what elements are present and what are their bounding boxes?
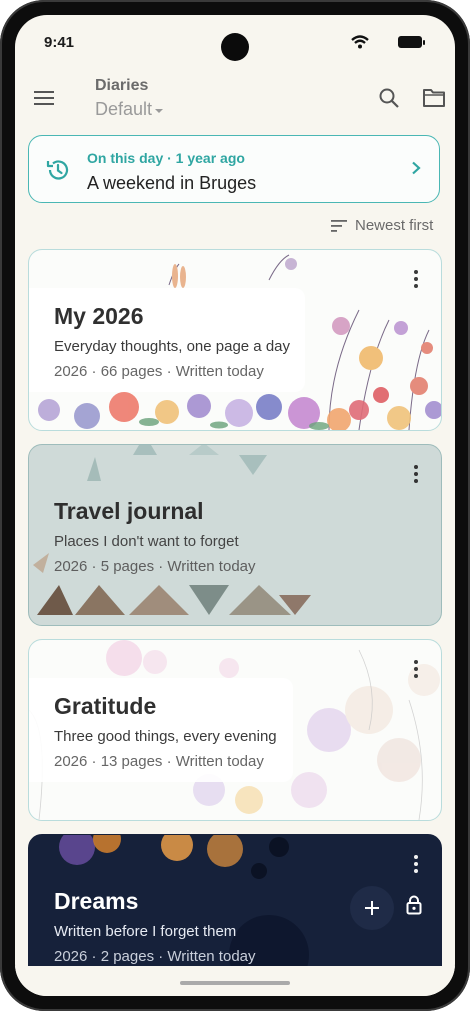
diary-meta: 2026 · 5 pages · Written today: [54, 558, 256, 575]
history-icon: [46, 160, 69, 180]
wifi-icon: [351, 35, 369, 49]
sort-icon: [331, 219, 347, 232]
sort-label: Newest first: [355, 217, 434, 234]
collection-dropdown-value: Default: [95, 99, 153, 119]
home-indicator[interactable]: [180, 981, 290, 985]
add-page-button[interactable]: [350, 886, 394, 930]
on-this-day-title: A weekend in Bruges: [87, 173, 257, 193]
diary-card[interactable]: My 2026 Everyday thoughts, one page a da…: [28, 249, 442, 431]
diary-description: Three good things, every evening: [54, 728, 277, 745]
sort-control[interactable]: Newest first: [331, 217, 433, 234]
diary-meta: 2026 · 66 pages · Written today: [54, 363, 264, 380]
folder-icon[interactable]: [422, 87, 446, 109]
status-time: 9:41: [44, 34, 75, 51]
collection-dropdown[interactable]: Default: [95, 99, 164, 120]
more-vertical-icon[interactable]: [413, 465, 419, 483]
diary-card[interactable]: Dreams Written before I forget them 2026…: [28, 834, 442, 976]
diary-title: Dreams: [54, 888, 139, 914]
diary-meta: 2026 · 13 pages · Written today: [54, 753, 264, 770]
plus-icon: [365, 901, 379, 915]
battery-icon: [398, 36, 425, 48]
front-camera: [221, 33, 249, 61]
chevron-right-icon: [412, 161, 421, 175]
menu-icon[interactable]: [32, 86, 56, 110]
diary-description: Written before I forget them: [54, 923, 237, 940]
more-vertical-icon[interactable]: [413, 270, 419, 288]
more-vertical-icon[interactable]: [413, 855, 419, 873]
app-section-title: Diaries: [95, 77, 149, 94]
diary-description: Places I don't want to forget: [54, 533, 239, 550]
search-icon[interactable]: [377, 86, 401, 110]
on-this-day-card[interactable]: On this day · 1 year ago A weekend in Br…: [28, 135, 440, 203]
lock-icon[interactable]: [406, 895, 422, 915]
diary-description: Everyday thoughts, one page a day: [54, 338, 291, 355]
on-this-day-kicker: On this day · 1 year ago: [87, 150, 245, 166]
diary-card[interactable]: Travel journal Places I don't want to fo…: [28, 444, 442, 626]
screen: 9:41 Diaries Default On this day · 1 yea…: [15, 15, 455, 996]
diary-title: Travel journal: [54, 498, 204, 524]
diary-meta: 2026 · 2 pages · Written today: [54, 948, 256, 965]
more-vertical-icon[interactable]: [413, 660, 419, 678]
phone-frame: 9:41 Diaries Default On this day · 1 yea…: [0, 0, 470, 1011]
diary-card[interactable]: Gratitude Three good things, every eveni…: [28, 639, 442, 821]
diary-title: Gratitude: [54, 693, 157, 719]
diary-title: My 2026: [54, 303, 144, 329]
caret-down-icon: [155, 109, 164, 113]
